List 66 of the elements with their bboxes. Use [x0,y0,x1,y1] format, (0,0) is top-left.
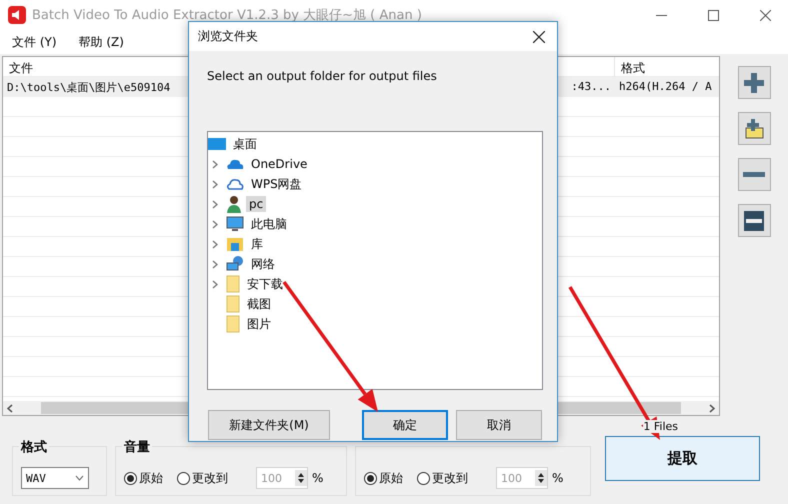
user-icon [226,195,242,213]
close-icon [533,30,545,42]
dialog-button[interactable]: 取消 [456,410,542,440]
monitor-icon [226,216,244,232]
dialog-title: 浏览文件夹 [198,28,258,45]
group-title: 音量 [122,438,152,456]
menu-item[interactable]: 文件 (Y) [12,34,57,50]
file-count: 1 Files [643,420,678,432]
chevron-right-icon[interactable] [212,200,218,208]
library-icon [226,236,244,252]
dialog-button[interactable]: 确定 [362,410,448,440]
scroll-left-icon[interactable] [7,404,13,412]
toolbar-button[interactable] [738,66,770,99]
close-icon [760,10,770,20]
radio-option[interactable]: 原始 [364,470,403,486]
folder-icon [226,295,240,313]
toolbar-button[interactable] [738,204,770,237]
tree-item[interactable]: 截图 [244,294,274,314]
minimize-icon [656,14,666,16]
tree-item[interactable]: 此电脑 [248,214,290,234]
tree-item[interactable]: 网络 [248,254,278,274]
dialog-button[interactable]: 新建文件夹(M) [208,410,330,440]
toolbar-button[interactable] [738,112,770,145]
column-header[interactable]: 格式 [615,57,719,77]
tree-item[interactable]: 安下载 [244,274,286,294]
tree-item[interactable]: WPS网盘 [248,174,305,194]
format-dropdown[interactable]: WAV [21,467,89,489]
tree-item[interactable]: 图片 [244,314,274,334]
app-logo-icon [8,6,26,24]
chevron-right-icon[interactable] [212,260,218,268]
network-icon [226,256,244,272]
dialog-prompt: Select an output folder for output files [207,69,438,85]
radio-option[interactable]: 更改到 [417,470,468,486]
scroll-right-icon[interactable] [709,404,715,412]
window-title: Batch Video To Audio Extractor V1.2.3 by 大眼仔~旭 ( Anan ) [32,7,423,24]
chevron-down-icon [75,475,84,481]
chevron-right-icon[interactable] [212,220,218,228]
clear-list-icon [742,208,766,232]
chevron-right-icon[interactable] [212,280,218,288]
column-header[interactable]: 文件 [3,57,39,77]
plus-icon [742,70,766,94]
folder-icon [226,275,240,293]
tree-item[interactable]: OneDrive [248,156,310,172]
extract-button[interactable]: 提取 [605,436,760,481]
tree-item[interactable]: 桌面 [230,134,260,154]
cloud-icon [226,178,244,190]
radio-option[interactable]: 更改到 [177,470,228,486]
toolbar-button[interactable] [738,158,770,191]
cloud-icon [226,158,244,170]
radio-option[interactable]: 原始 [124,470,163,486]
chevron-right-icon[interactable] [212,160,218,168]
table-cell: :43... [571,80,611,94]
tree-item[interactable]: 库 [248,234,266,254]
chevron-right-icon[interactable] [212,180,218,188]
menu-item[interactable]: 帮助 (Z) [78,34,124,50]
minus-icon [743,172,765,177]
unit-label: % [312,471,324,485]
maximize-icon [708,10,718,20]
tree-item[interactable]: pc [246,196,266,212]
chevron-right-icon[interactable] [212,240,218,248]
table-cell-text: D:\tools\桌面\图片\e509104 [7,80,172,94]
folder-icon [226,315,240,333]
table-cell: h264(H.264 / A [619,80,712,94]
group-title: 格式 [19,438,49,456]
unit-label: % [552,471,564,485]
desktop-icon [208,137,226,151]
